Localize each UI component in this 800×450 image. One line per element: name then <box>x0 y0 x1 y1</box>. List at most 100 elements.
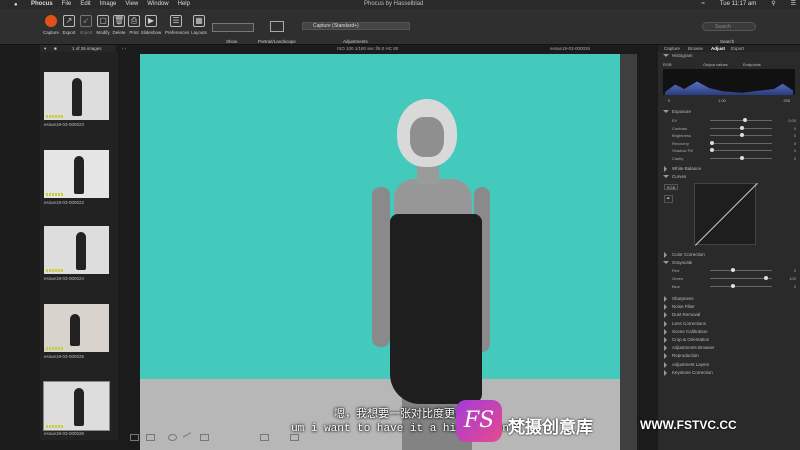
menu-image[interactable]: Image <box>100 0 117 9</box>
slider-track[interactable] <box>710 278 772 279</box>
search-input[interactable]: Search <box>702 22 756 31</box>
thumbnail[interactable] <box>44 72 109 120</box>
slider-value[interactable]: 0 <box>794 133 796 138</box>
tab-adjust[interactable]: Adjust <box>711 45 725 52</box>
apple-icon[interactable]: ● <box>14 1 22 9</box>
preferences-button[interactable]: ☰ Preferences <box>165 15 189 35</box>
histogram-header[interactable]: Histogram <box>663 53 693 58</box>
menu-app-name[interactable]: Phocus <box>31 0 53 9</box>
exposure-slider-recovery[interactable]: Recovery 0 <box>672 140 796 147</box>
slider-value[interactable]: 0 <box>794 268 796 273</box>
exposure-slider-brightness[interactable]: Brightness 0 <box>672 133 796 139</box>
adjustments-select[interactable]: Capture (Standard+) <box>302 22 410 30</box>
thumbnail[interactable] <box>44 150 109 198</box>
slider-track[interactable] <box>710 120 772 121</box>
nav-arrows-icon[interactable]: ‹ › <box>122 45 126 52</box>
slider-value[interactable]: 100 <box>789 276 796 281</box>
endpoints-checkbox[interactable]: Endpoints <box>743 62 761 67</box>
crop-icon[interactable] <box>200 434 209 441</box>
keystone-icon[interactable] <box>260 434 269 441</box>
thumbnail[interactable] <box>44 226 109 274</box>
folder-icon[interactable]: ■ <box>54 45 57 52</box>
grayscale-slider-green[interactable]: Green 100 <box>672 276 796 282</box>
eyedropper-icon[interactable]: ✒ <box>664 195 673 203</box>
compare-view-icon[interactable] <box>146 434 155 441</box>
viewer-info-bar: ‹ › ISO 100 1/180 sec f/8.0 HC 80 essue1… <box>118 45 658 52</box>
section-reproduction[interactable]: Reproduction <box>664 353 699 360</box>
thumbnail-browser: essue19-03-000023 essue19-03-000022 essu… <box>40 52 118 440</box>
exposure-header[interactable]: Exposure <box>662 109 691 114</box>
grayscale-header[interactable]: Grayscale <box>662 260 692 265</box>
show-segmented-control[interactable] <box>212 23 254 32</box>
tab-capture[interactable]: Capture <box>664 45 680 52</box>
menu-edit[interactable]: Edit <box>80 0 90 9</box>
menu-help[interactable]: Help <box>178 0 190 9</box>
slider-track[interactable] <box>710 150 772 151</box>
layouts-button[interactable]: ▦ Layouts <box>188 15 210 35</box>
slider-knob[interactable] <box>731 268 735 272</box>
slideshow-button[interactable]: ▶ Slideshow <box>140 15 162 35</box>
slider-knob[interactable] <box>740 133 744 137</box>
section-keystone-correction[interactable]: Keystone Correction <box>664 369 713 376</box>
color-correction-header[interactable]: Color Correction <box>664 252 705 258</box>
slider-value[interactable]: 0 <box>794 126 796 131</box>
slider-value[interactable]: 0 <box>794 141 796 146</box>
menu-view[interactable]: View <box>125 0 138 9</box>
wifi-icon[interactable]: ≈ <box>702 0 705 9</box>
histogram-gamma[interactable]: 1.00 <box>718 98 726 103</box>
slider-track[interactable] <box>710 270 772 271</box>
slider-knob[interactable] <box>710 140 714 145</box>
histogram-min[interactable]: 0 <box>668 98 670 103</box>
tab-export[interactable]: Export <box>731 45 744 52</box>
slider-track[interactable] <box>710 142 772 144</box>
portrait-landscape-icon[interactable] <box>270 21 284 32</box>
slider-track[interactable] <box>710 286 772 287</box>
menu-list-icon[interactable]: ☰ <box>791 0 796 9</box>
histogram-graph[interactable] <box>663 69 795 95</box>
tab-browse[interactable]: Browse <box>688 45 703 52</box>
section-sharpness[interactable]: Sharpness <box>664 296 694 302</box>
section-adjustment-layers[interactable]: Adjustment Layers <box>663 361 709 368</box>
thumbnail[interactable] <box>44 304 109 352</box>
slider-knob[interactable] <box>710 148 714 152</box>
grayscale-slider-blue[interactable]: Blue 0 <box>672 284 796 290</box>
spotlight-icon[interactable]: ⚲ <box>771 0 775 9</box>
slider-knob[interactable] <box>743 118 747 122</box>
section-lens-corrections[interactable]: Lens Corrections <box>663 320 706 327</box>
exposure-slider-clarity[interactable]: Clarity 0 <box>672 155 796 162</box>
slider-knob[interactable] <box>764 276 768 280</box>
loupe-icon[interactable] <box>168 434 177 441</box>
histogram-mode[interactable]: RGB <box>663 62 672 67</box>
section-scene-calibration[interactable]: Scene Calibration <box>664 328 708 335</box>
curves-graph[interactable] <box>694 183 756 245</box>
curves-header[interactable]: Curves <box>662 174 686 179</box>
grayscale-slider-red[interactable]: Red 0 <box>672 268 796 274</box>
slider-value[interactable]: 0 <box>794 156 796 161</box>
slider-value[interactable]: 0 <box>794 284 796 289</box>
slider-knob[interactable] <box>740 125 744 130</box>
clock[interactable]: Tue 11:17 am <box>720 0 756 9</box>
curves-mode[interactable]: RGB <box>664 184 678 190</box>
histogram-max[interactable]: 255 <box>783 98 790 103</box>
grid-icon[interactable] <box>290 434 299 441</box>
exposure-slider-shadow-fill[interactable]: Shadow Fill 0 <box>672 148 796 154</box>
section-dust-removal[interactable]: Dust Removal <box>663 312 700 319</box>
single-view-icon[interactable] <box>130 434 139 441</box>
filter-icon[interactable]: ▾ <box>44 45 46 52</box>
slider-value[interactable]: 0 <box>794 148 796 153</box>
main-photo[interactable] <box>140 54 637 450</box>
slider-knob[interactable] <box>740 155 744 160</box>
thumbnail-figure <box>76 232 86 270</box>
slider-value[interactable]: 0.00 <box>788 118 796 123</box>
menu-window[interactable]: Window <box>147 0 168 9</box>
section-noise-filter[interactable]: Noise Filter <box>664 304 695 311</box>
exposure-slider-contrast[interactable]: Contrast 0 <box>672 125 796 132</box>
menu-file[interactable]: File <box>62 0 72 9</box>
exposure-slider-ev[interactable]: EV 0.00 <box>672 118 796 124</box>
slider-knob[interactable] <box>731 284 735 288</box>
section-crop-orientation[interactable]: Crop & Orientation <box>663 337 709 343</box>
white-balance-header[interactable]: White Balance <box>663 166 701 172</box>
output-values-checkbox[interactable]: Output values <box>703 62 728 67</box>
section-adjustments-browser[interactable]: Adjustments Browser <box>664 345 715 352</box>
print-icon: ⎙ <box>128 15 140 27</box>
